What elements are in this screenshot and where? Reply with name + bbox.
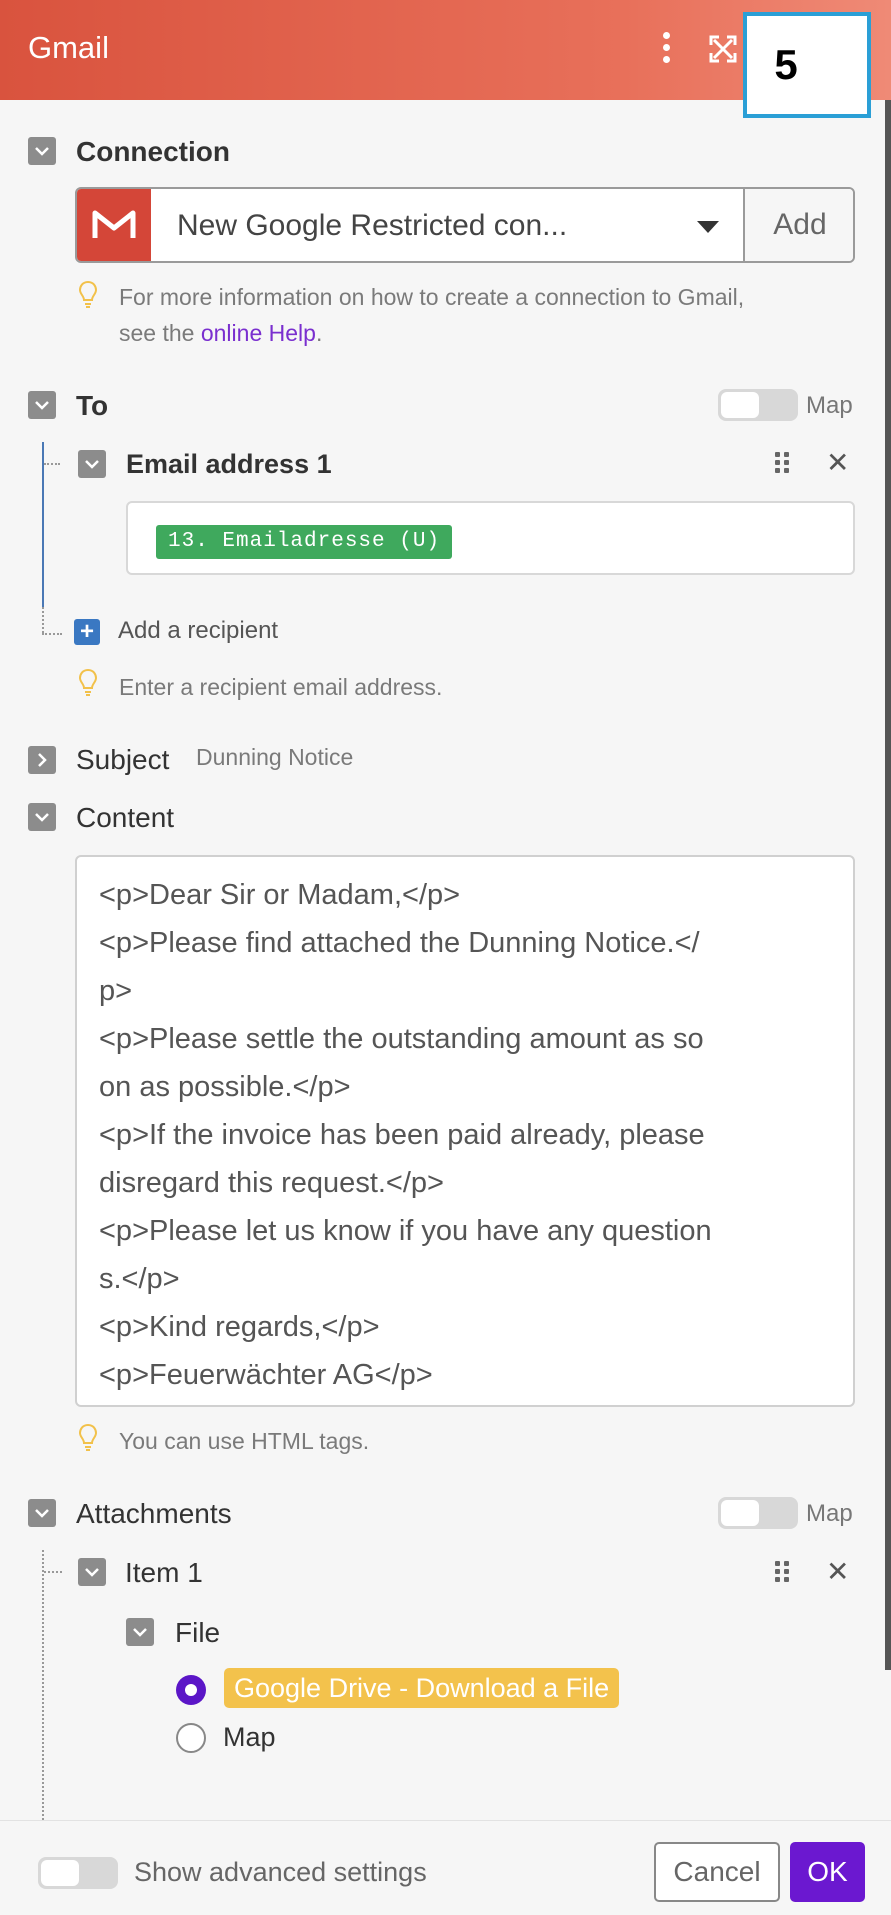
chevron-down-icon: [35, 1509, 49, 1518]
to-map-label: Map: [806, 392, 853, 419]
map-option-label: Map: [223, 1722, 276, 1752]
content-line: <p>Dear Sir or Madam,</p>: [99, 879, 461, 911]
ok-button[interactable]: OK: [790, 1842, 865, 1902]
to-map-toggle[interactable]: [718, 389, 798, 421]
content-label: Content: [76, 802, 175, 833]
step-number-badge: 5: [743, 12, 871, 118]
lightbulb-icon: [78, 280, 98, 308]
content-line: disregard this request.</p>: [99, 1167, 444, 1199]
chevron-down-icon: [35, 401, 49, 410]
add-connection-button[interactable]: Add: [743, 189, 853, 261]
subject-label: Subject: [76, 744, 170, 775]
google-drive-download-variable[interactable]: Google Drive - Download a File: [224, 1668, 620, 1708]
connection-label: Connection: [76, 136, 230, 167]
attachments-map-label: Map: [806, 1500, 853, 1527]
chevron-down-icon: [85, 460, 99, 469]
item-collapse-toggle[interactable]: [78, 1558, 106, 1586]
attachments-label: Attachments: [76, 1498, 232, 1529]
drag-handle-icon[interactable]: [775, 1561, 791, 1583]
attachments-map-toggle[interactable]: [718, 1497, 798, 1529]
recipient-hint: Enter a recipient email address.: [119, 674, 443, 700]
chevron-down-icon: [35, 813, 49, 822]
chevron-down-icon: [35, 147, 49, 156]
online-help-link[interactable]: online Help: [201, 320, 316, 346]
chevron-down-icon: [133, 1628, 147, 1637]
connection-hint-prefix: see the: [119, 320, 201, 346]
email-address-collapse-toggle[interactable]: [78, 450, 106, 478]
subject-value: Dunning Notice: [196, 744, 354, 770]
radio-map[interactable]: [176, 1723, 206, 1753]
add-recipient-plus-icon[interactable]: +: [74, 619, 100, 645]
content-line: <p>Please let us know if you have any qu…: [99, 1215, 712, 1247]
content-line: s.</p>: [99, 1263, 180, 1295]
connection-hint: For more information on how to create a …: [119, 279, 744, 351]
lightbulb-icon: [78, 668, 98, 696]
email-address-label: Email address 1: [126, 449, 332, 479]
file-collapse-toggle[interactable]: [126, 1618, 154, 1646]
subject-expand-toggle[interactable]: [28, 746, 56, 774]
mapped-email-variable[interactable]: 13. Emailadresse (U): [156, 525, 453, 559]
attachments-collapse-toggle[interactable]: [28, 1499, 56, 1527]
connection-hint-line2: see the online Help.: [119, 315, 744, 351]
tree-connector: [44, 1571, 62, 1573]
tree-connector: [44, 463, 60, 465]
tree-connector: [42, 633, 62, 635]
panel-title: Gmail: [28, 30, 109, 65]
connection-selected-value: New Google Restricted con...: [177, 209, 568, 242]
lightbulb-icon: [78, 1423, 98, 1451]
chevron-right-icon: [38, 753, 47, 767]
content-line: <p>Please settle the outstanding amount …: [99, 1023, 704, 1055]
file-label: File: [175, 1617, 221, 1648]
connection-hint-suffix: .: [315, 320, 323, 346]
remove-email-close-icon[interactable]: ✕: [826, 446, 849, 479]
connection-hint-line1: For more information on how to create a …: [119, 284, 745, 310]
to-label: To: [76, 390, 109, 421]
chevron-down-icon: [85, 1568, 99, 1577]
tree-connector: [42, 607, 44, 633]
content-collapse-toggle[interactable]: [28, 803, 56, 831]
content-line: <p>Please find attached the Dunning Noti…: [99, 927, 700, 959]
content-line: <p>Kind regards,</p>: [99, 1311, 380, 1343]
connection-select[interactable]: New Google Restricted con... Add: [75, 187, 855, 263]
radio-google-drive-selected[interactable]: [176, 1675, 206, 1705]
gmail-logo-icon: [77, 189, 151, 261]
tree-line: [42, 442, 44, 607]
advanced-settings-toggle[interactable]: [38, 1857, 118, 1889]
content-line: <p>Feuerwächter AG</p>: [99, 1359, 433, 1391]
content-textarea[interactable]: <p>Dear Sir or Madam,</p> <p>Please find…: [75, 855, 855, 1407]
drag-handle-icon[interactable]: [775, 452, 791, 474]
add-recipient-link[interactable]: Add a recipient: [118, 617, 278, 645]
expand-icon[interactable]: [708, 34, 738, 64]
content-line: on as possible.</p>: [99, 1071, 351, 1103]
tree-connector: [42, 1550, 44, 1820]
content-line: p>: [99, 975, 133, 1007]
connection-collapse-toggle[interactable]: [28, 137, 56, 165]
remove-item-close-icon[interactable]: ✕: [826, 1555, 849, 1588]
html-tags-hint: You can use HTML tags.: [119, 1428, 370, 1454]
gmail-module-panel: Gmail 5 Connection New Google Restricted…: [0, 0, 891, 1915]
advanced-settings-label: Show advanced settings: [134, 1857, 427, 1887]
item-label: Item 1: [125, 1557, 203, 1588]
cancel-button[interactable]: Cancel: [654, 1842, 780, 1902]
dropdown-caret-icon[interactable]: [697, 221, 719, 233]
to-collapse-toggle[interactable]: [28, 391, 56, 419]
content-line: <p>If the invoice has been paid already,…: [99, 1119, 705, 1151]
more-options-icon[interactable]: [656, 32, 676, 66]
email-address-input[interactable]: 13. Emailadresse (U): [126, 501, 855, 575]
scrollbar[interactable]: [885, 100, 891, 1670]
